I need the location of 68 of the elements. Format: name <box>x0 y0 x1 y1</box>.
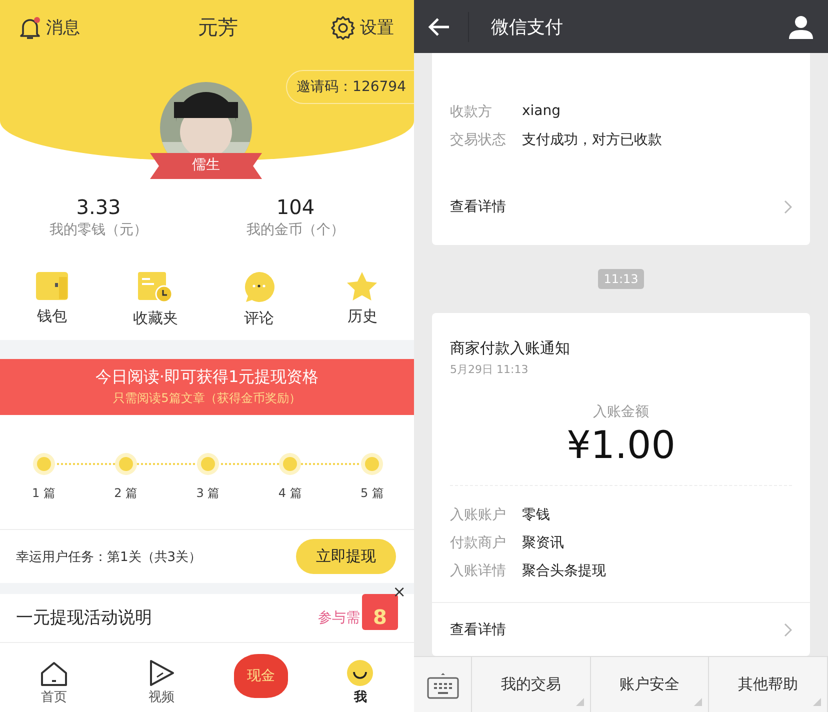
folder-clock-icon <box>137 271 174 304</box>
rank-ribbon: 儒生 <box>150 153 262 179</box>
corner-triangle-icon <box>694 698 702 706</box>
settings-label[interactable]: 设置 <box>360 16 394 39</box>
stat-label: 我的零钱（元） <box>50 221 148 240</box>
home-icon <box>40 661 68 687</box>
progress-dot <box>36 457 51 472</box>
shortcut-button[interactable]: 历史 <box>322 271 402 328</box>
step-label: 1 篇 <box>32 485 56 502</box>
progress-dot <box>118 457 133 472</box>
star-icon <box>346 271 378 302</box>
row-value: 聚合头条提现 <box>522 562 606 580</box>
banner-subtitle: 只需阅读5篇文章（获得金币奖励） <box>113 390 301 408</box>
notice-title: 商家付款入账通知 <box>449 338 571 358</box>
row-value: xiang <box>522 103 561 122</box>
row-value: 聚资讯 <box>522 534 564 552</box>
progress-dot <box>200 457 215 472</box>
shortcut-button[interactable]: 钱包 <box>12 271 92 328</box>
menu-button[interactable]: 我的交易 <box>472 657 591 712</box>
amount: ¥1.00 <box>566 423 676 468</box>
messages-label[interactable]: 消息 <box>46 16 80 39</box>
back-button[interactable] <box>428 16 450 36</box>
amount-label: 入账金额 <box>593 403 649 422</box>
task-text: 幸运用户任务：第1关（共3关） <box>16 548 202 566</box>
shortcut-button[interactable]: 收藏夹 <box>115 271 196 328</box>
stat-value: 104 <box>276 195 315 220</box>
step-label: 2 篇 <box>114 485 138 502</box>
row-value: 支付成功，对方已收款 <box>522 131 662 150</box>
step-label: 5 篇 <box>360 485 384 502</box>
row-label: 收款方 <box>450 103 493 122</box>
tab[interactable]: 视频 <box>126 659 196 706</box>
comment-icon <box>242 271 275 304</box>
corner-triangle-icon <box>576 698 584 706</box>
corner-triangle-icon <box>813 698 822 706</box>
step-label: 4 篇 <box>278 485 302 502</box>
withdraw-button[interactable]: 立即提现 <box>296 539 396 574</box>
settings-icon <box>330 14 356 40</box>
banner-title: 今日阅读·即可获得1元提现资格 <box>95 367 319 388</box>
bell-icon <box>18 16 42 40</box>
row-label: 入账详情 <box>450 562 507 580</box>
stat-label: 我的金币（个） <box>246 221 344 240</box>
play-icon <box>147 659 176 687</box>
chevron-icon <box>784 200 792 214</box>
stat-value: 3.33 <box>76 195 121 220</box>
row-value: 零钱 <box>522 506 550 524</box>
progress-dot <box>365 457 380 472</box>
badge-number: 8 <box>373 604 387 630</box>
tab[interactable]: 首页 <box>18 661 89 706</box>
notice-date: 5月29日 11:13 <box>449 362 530 378</box>
step-label: 3 篇 <box>196 485 220 502</box>
wallet-icon <box>34 271 69 302</box>
row-label: 入账账户 <box>450 506 507 524</box>
menu-button[interactable]: 账户安全 <box>590 657 710 712</box>
window-title: 微信支付 <box>491 16 564 38</box>
person-icon[interactable] <box>788 14 814 38</box>
keyboard-icon <box>426 670 458 698</box>
details-link[interactable]: 查看详情 <box>432 149 810 246</box>
time-chip: 11:13 <box>598 269 644 290</box>
row-label: 交易状态 <box>450 131 507 150</box>
profile-title: 元芳 <box>198 14 238 41</box>
progress-dot <box>283 457 298 472</box>
smile-icon <box>346 659 374 687</box>
chevron-icon <box>784 622 792 637</box>
menu-button[interactable]: 其他帮助 <box>709 657 828 712</box>
row-label: 付款商户 <box>450 534 507 552</box>
shortcut-button[interactable]: 评论 <box>218 271 299 328</box>
activity-title: 一元提现活动说明 <box>16 607 152 630</box>
tab[interactable]: 我 <box>325 659 396 706</box>
